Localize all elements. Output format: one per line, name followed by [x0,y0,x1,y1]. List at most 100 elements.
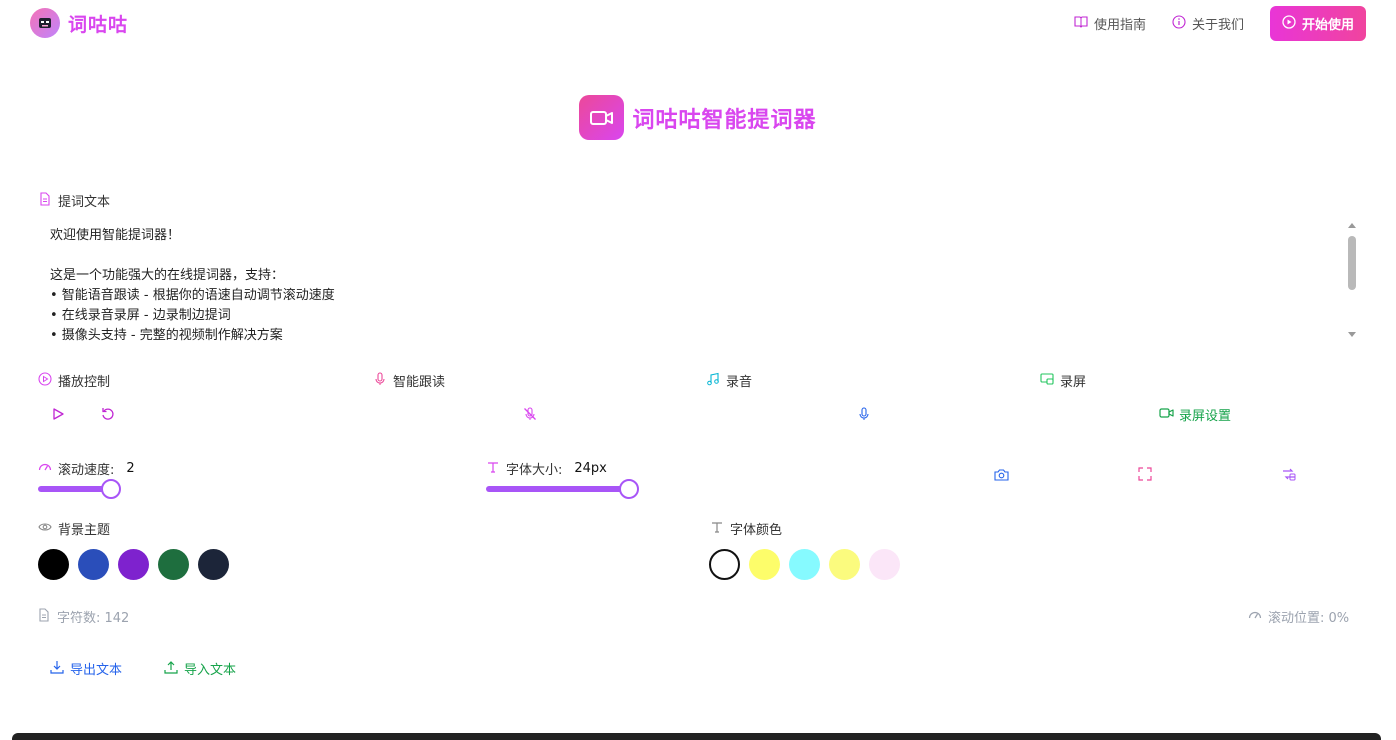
bg-theme-label-text: 背景主题 [58,523,111,538]
scroll-position-text: 滚动位置: 0% [1268,611,1350,626]
follow-label: 智能跟读 [393,375,446,390]
font-color-swatch[interactable] [749,549,780,580]
document-icon [38,607,51,626]
bottom-dock-edge [12,733,1381,740]
text-line [37,246,1359,266]
font-size-slider[interactable] [486,479,639,499]
reset-button[interactable] [97,404,119,426]
font-size-slider-thumb[interactable] [619,479,639,499]
screen-label: 录屏 [1060,375,1087,390]
play-icon [51,406,65,425]
fullscreen-icon [1138,466,1152,485]
mic-off-icon [523,406,537,425]
video-icon [1159,407,1175,423]
text-line: 这是一个功能强大的在线提词器，支持： [50,268,285,283]
bg-theme-label: 背景主题 [38,519,110,538]
text-line: • 在线录音录屏 - 边录制边提词 [50,308,231,323]
about-link[interactable]: 关于我们 [1172,14,1244,33]
speed-label-text: 滚动速度: [58,463,115,478]
screen-settings-label: 录屏设置 [1179,409,1232,424]
about-label: 关于我们 [1191,18,1244,33]
screen-record-settings-button[interactable]: 录屏设置 [1159,405,1231,424]
record-label: 录音 [726,375,753,390]
bg-color-swatch[interactable] [38,549,69,580]
top-nav: 使用指南 关于我们 开始使用 [1074,6,1366,41]
font-size-label-text: 字体大小: [506,463,563,478]
gauge-icon [38,460,52,478]
gauge-icon [1248,608,1262,626]
speed-slider-thumb[interactable] [101,479,121,499]
voice-follow-toggle[interactable] [519,404,541,426]
record-audio-button[interactable] [853,404,875,426]
playback-section-label: 播放控制 [38,371,110,390]
screen-cast-icon [1040,372,1054,390]
speed-slider[interactable] [38,479,121,499]
export-text-button[interactable]: 导出文本 [50,659,122,678]
font-color-swatch[interactable] [709,549,740,580]
follow-section-label: 智能跟读 [373,371,445,390]
scroll-thumb[interactable] [1348,236,1356,290]
font-color-label: 字体颜色 [710,519,782,538]
scroll-position: 滚动位置: 0% [1248,607,1349,626]
camera-button[interactable] [990,464,1012,486]
book-icon [1074,15,1088,33]
char-count-text: 字符数: 142 [57,611,130,626]
app-header: 词咕咕 使用指南 关于我们 开始使用 [0,0,1396,46]
mirror-flip-button[interactable] [1278,464,1300,486]
font-color-swatch[interactable] [869,549,900,580]
bg-color-swatch[interactable] [158,549,189,580]
import-label: 导入文本 [184,663,237,678]
bg-color-swatch[interactable] [198,549,229,580]
font-size-value: 24px [574,461,607,476]
prompter-text-input[interactable]: 欢迎使用智能提词器！ 这是一个功能强大的在线提词器，支持： • 智能语音跟读 -… [37,220,1359,348]
start-label: 开始使用 [1301,18,1354,33]
speed-value: 2 [126,461,135,476]
import-text-button[interactable]: 导入文本 [164,659,236,678]
play-circle-icon [1282,14,1296,33]
text-line: 欢迎使用智能提词器！ [50,228,181,243]
text-type-icon [486,460,500,478]
logo-icon [30,8,60,38]
page-title: 词咕咕智能提词器 [632,107,817,133]
font-color-label-text: 字体颜色 [730,523,783,538]
bg-color-swatch[interactable] [78,549,109,580]
play-circle-icon [38,371,52,390]
download-icon [50,660,64,678]
app-name: 词咕咕 [68,13,129,36]
hero-title-block: 词咕咕智能提词器 [0,95,1396,140]
rotate-ccw-icon [101,406,115,425]
text-type-icon [710,520,724,538]
bg-color-swatch[interactable] [118,549,149,580]
export-label: 导出文本 [70,663,123,678]
app-logo[interactable]: 词咕咕 [30,8,128,38]
font-color-swatch[interactable] [829,549,860,580]
eye-icon [38,520,52,538]
play-button[interactable] [47,404,69,426]
video-camera-icon [579,95,625,140]
playback-label: 播放控制 [58,375,111,390]
editor-label-text: 提词文本 [58,195,111,210]
document-icon [38,191,52,210]
music-note-icon [706,372,720,390]
char-count: 字符数: 142 [38,607,129,626]
text-line: • 智能语音跟读 - 根据你的语速自动调节滚动速度 [50,288,335,303]
scroll-up-icon[interactable] [1348,222,1356,228]
fullscreen-button[interactable] [1134,464,1156,486]
text-scrollbar[interactable] [1345,220,1359,348]
editor-label: 提词文本 [38,191,110,210]
flip-icon [1282,466,1296,485]
guide-link[interactable]: 使用指南 [1074,14,1146,33]
font-size-label: 字体大小: 24px [486,459,607,478]
scroll-down-icon[interactable] [1348,332,1356,338]
guide-label: 使用指南 [1093,18,1146,33]
microphone-icon [373,371,387,390]
upload-icon [164,660,178,678]
speed-label: 滚动速度: 2 [38,459,135,478]
font-color-swatch[interactable] [789,549,820,580]
screen-section-label: 录屏 [1040,371,1086,390]
text-line: • 摄像头支持 - 完整的视频制作解决方案 [50,328,283,343]
start-button[interactable]: 开始使用 [1269,6,1366,41]
record-section-label: 录音 [706,371,752,390]
microphone-icon [857,406,871,425]
camera-icon [993,466,1009,485]
